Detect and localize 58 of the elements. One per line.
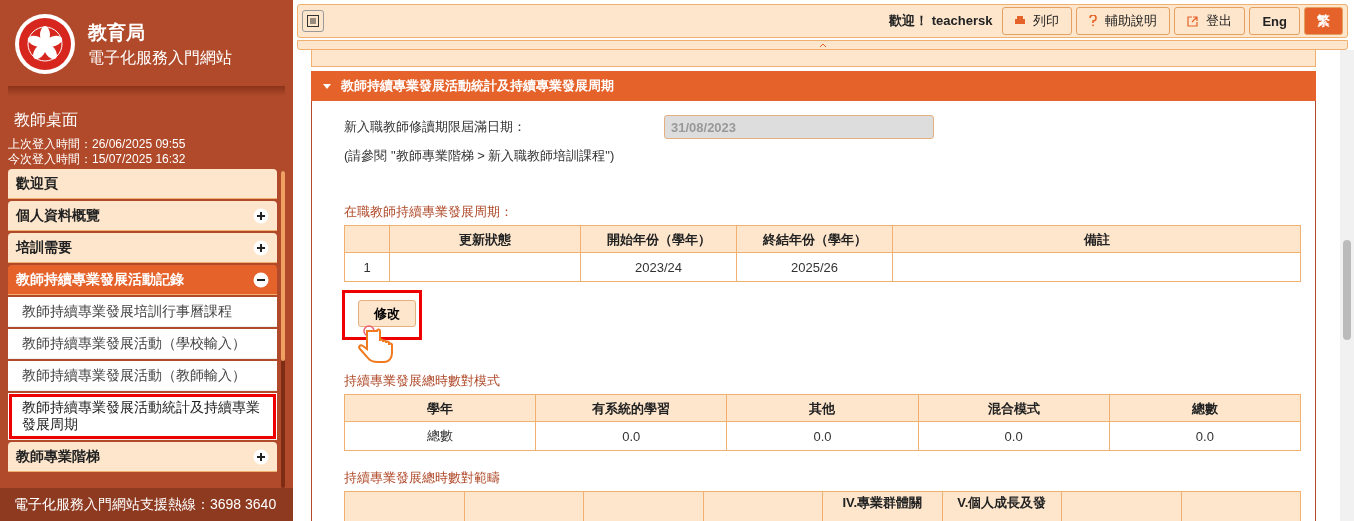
column-header: 有系統的學習 (535, 394, 727, 422)
menu-item[interactable]: 培訓需要 (8, 233, 277, 263)
menu-icon (307, 15, 319, 27)
submenu-item[interactable]: 教師持續專業發展活動（教師輸入） (8, 361, 277, 391)
section-subtitle: 在職教師持續專業發展周期： (344, 203, 514, 221)
expiry-date-label: 新入職教師修讀期限屆滿日期： (344, 118, 527, 136)
table-cell: 0.0 (1109, 421, 1301, 451)
column-header: 總數 (1109, 394, 1301, 422)
scrollbar[interactable] (281, 171, 285, 488)
menu-item[interactable]: 個人資料概覽 (8, 201, 277, 231)
table-cell: 2025/26 (736, 252, 893, 282)
column-header: 終結年份（學年） (736, 225, 893, 253)
last-login-time: 上次登入時間：26/06/2025 09:55 (7, 137, 187, 152)
section-subtitle: 持續專業發展總時數對範疇 (344, 469, 501, 487)
welcome-text: 歡迎！ teachersk (889, 12, 994, 30)
reference-note: (請參閱 "教師專業階梯 > 新入職教師培訓課程") (344, 147, 616, 165)
column-header: 備註 (892, 225, 1301, 253)
caret-down-icon (323, 83, 331, 89)
table-cell: 0.0 (726, 421, 919, 451)
expand-icon[interactable] (253, 239, 269, 256)
help-button[interactable]: 輔助說明 (1076, 7, 1171, 35)
scrollbar[interactable] (1340, 50, 1354, 521)
expand-icon[interactable] (253, 207, 269, 224)
table-cell: 總數 (344, 421, 536, 451)
department-title: 教育局 (88, 20, 146, 45)
current-login-time: 今次登入時間：15/07/2025 16:32 (7, 152, 187, 167)
portal-name: 電子化服務入門網站 (88, 47, 232, 68)
collapse-icon[interactable] (253, 271, 269, 288)
edit-button[interactable]: 修改 (358, 300, 416, 327)
table-cell: 1 (344, 252, 390, 282)
submenu-item[interactable]: 教師持續專業發展活動（學校輸入） (8, 329, 277, 359)
external-link-icon (1187, 15, 1199, 27)
submenu-item[interactable]: 教師持續專業發展培訓行事曆課程 (8, 297, 277, 327)
menu-button[interactable] (302, 10, 324, 32)
table-cell: 0.0 (918, 421, 1110, 451)
column-header: V.個人成長及發 (942, 491, 1062, 521)
column-header: 開始年份（學年） (580, 225, 737, 253)
emblem-logo (14, 13, 76, 75)
section-subtitle: 持續專業發展總時數對模式 (344, 372, 501, 390)
language-button[interactable]: Eng (1249, 7, 1300, 35)
column-header (344, 225, 390, 253)
table-cell: 0.0 (535, 421, 727, 451)
menu-item[interactable]: 教師專業階梯 (8, 442, 277, 472)
question-mark-icon (1089, 15, 1098, 27)
logout-button[interactable]: 登出 (1174, 7, 1246, 35)
column-header: 混合模式 (918, 394, 1110, 422)
print-button[interactable]: 列印 (1002, 7, 1073, 35)
desk-title: 教師桌面 (13, 110, 79, 130)
column-header: IV.專業群體關 (822, 491, 942, 521)
support-hotline: 電子化服務入門網站支援熱線：3698 3640 (0, 488, 293, 521)
expand-icon[interactable] (253, 448, 269, 465)
table-cell: 2023/24 (580, 252, 737, 282)
column-header: 其他 (726, 394, 919, 422)
printer-icon (1015, 16, 1026, 26)
column-header: 更新狀態 (389, 225, 581, 253)
submenu-item[interactable]: 教師持續專業發展活動統計及持續專業發展周期 (8, 393, 277, 440)
column-header: 學年 (344, 394, 536, 422)
menu-item[interactable]: 歡迎頁 (8, 169, 277, 199)
